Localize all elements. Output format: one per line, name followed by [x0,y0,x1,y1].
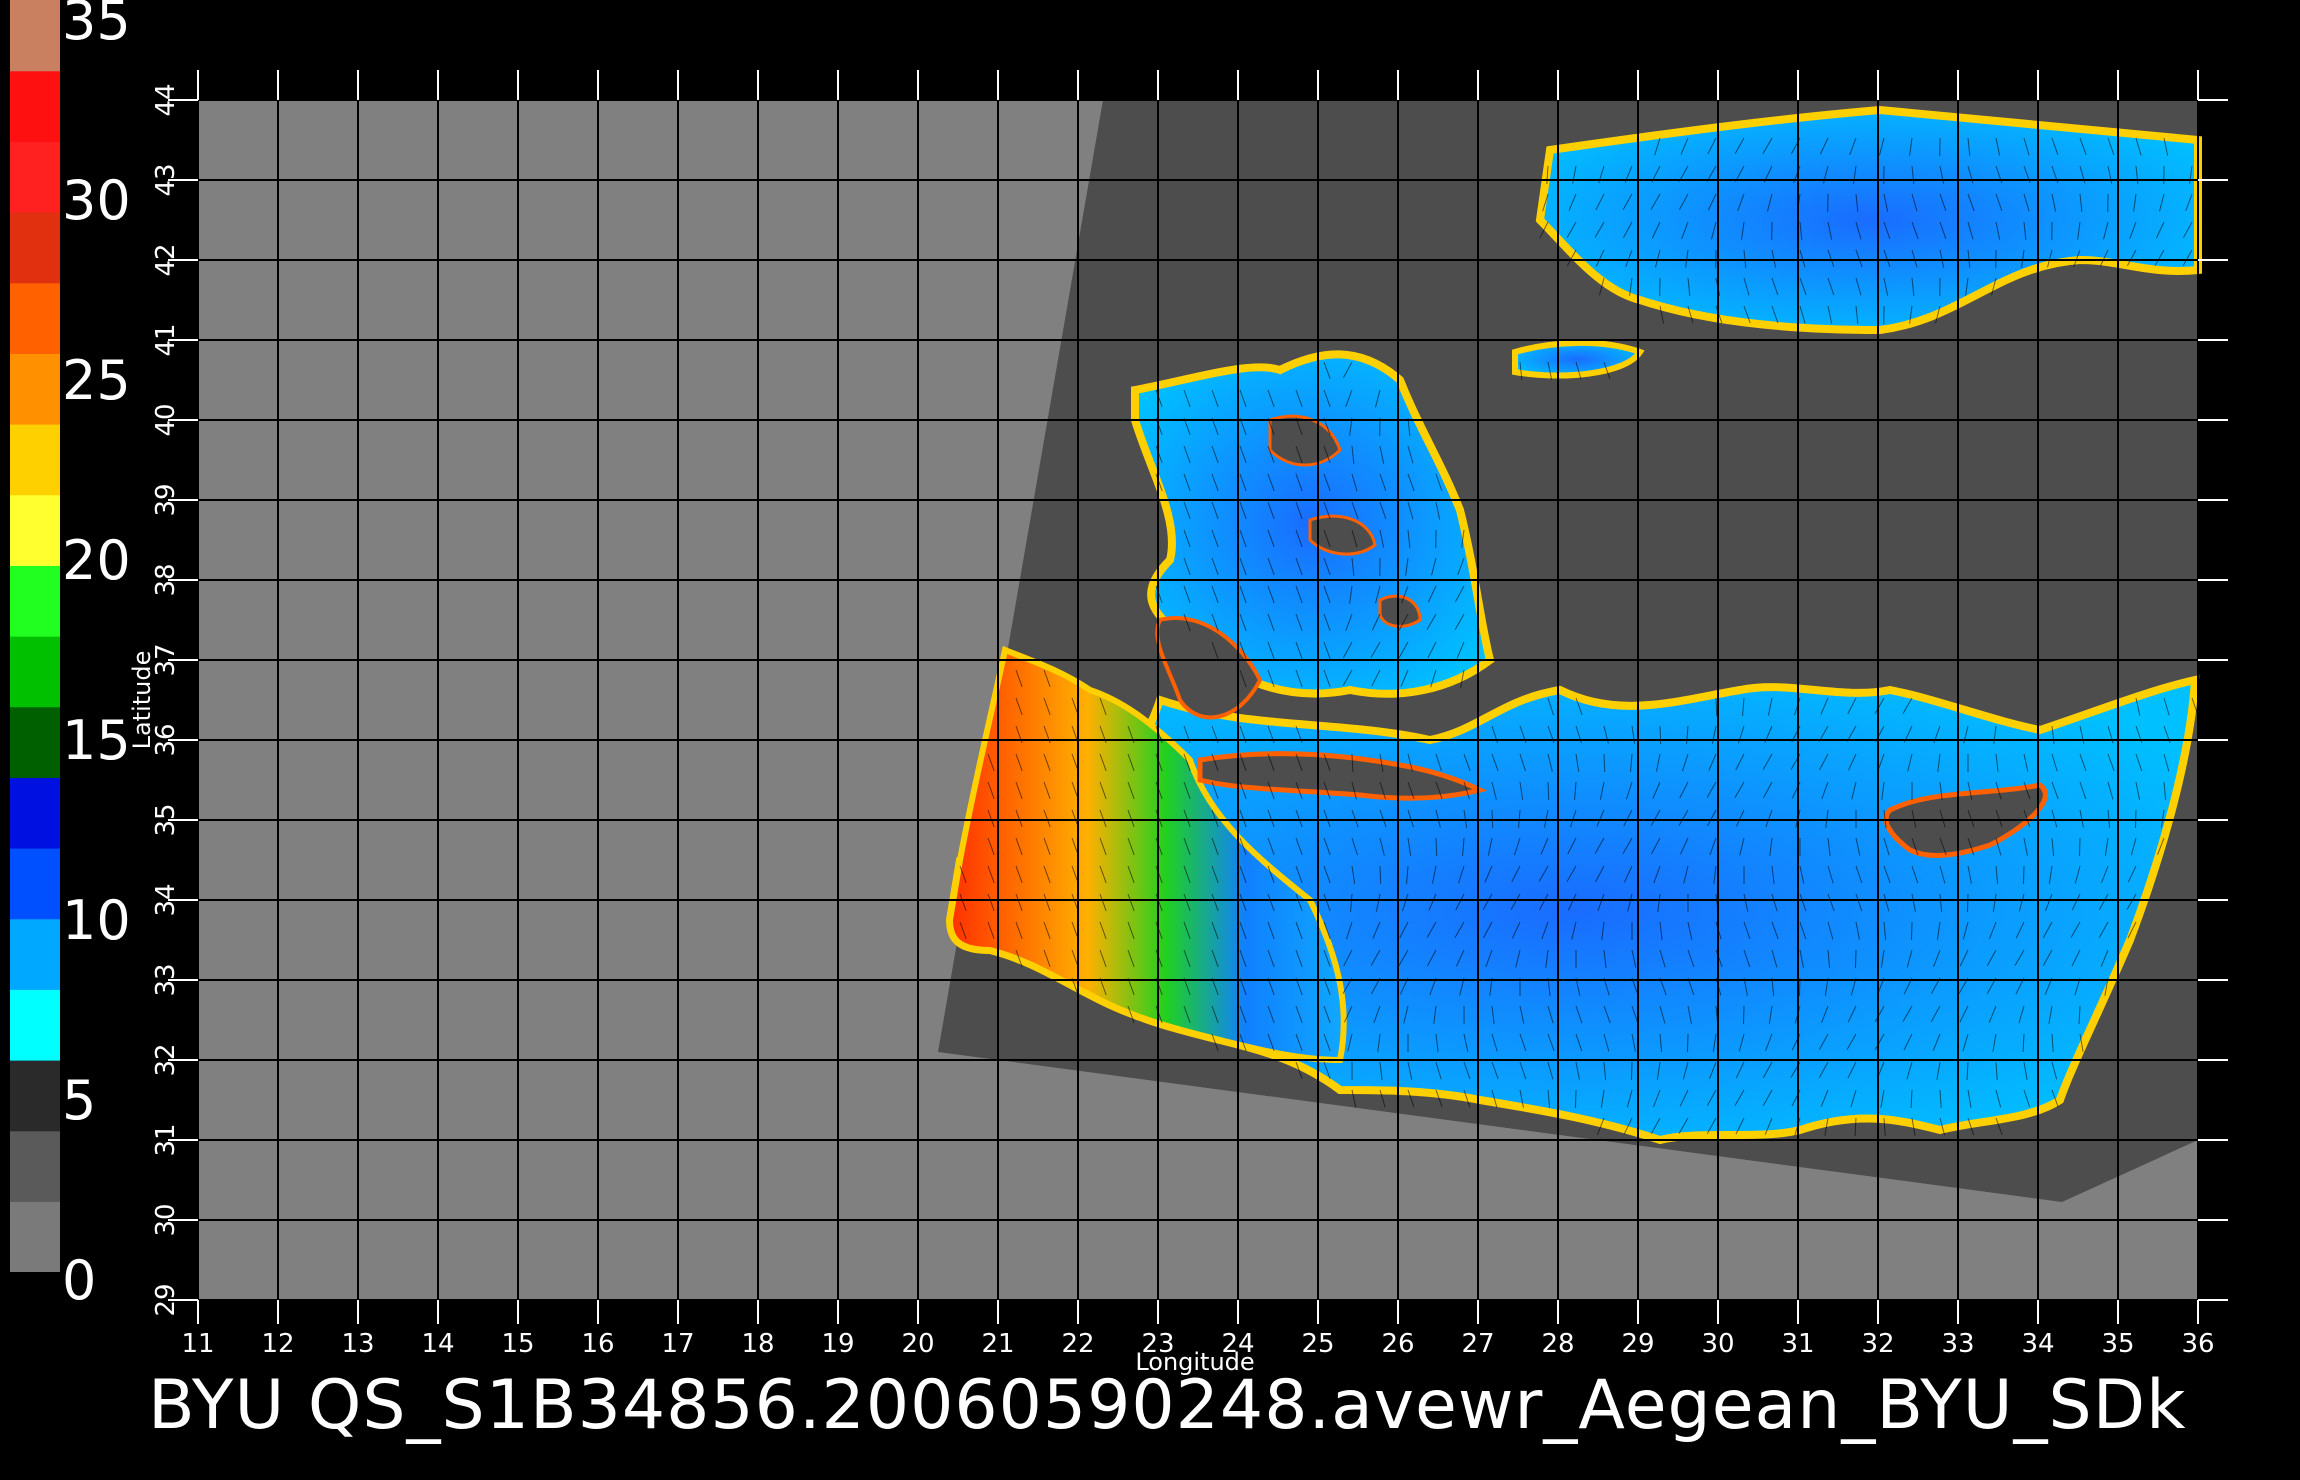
lon-tick-label: 33 [1941,1329,1974,1359]
lon-tick-label: 30 [1701,1329,1734,1359]
lat-tick-label: 42 [151,243,181,276]
lon-tick-label: 15 [501,1329,534,1359]
lon-tick-label: 20 [901,1329,934,1359]
lon-tick-label: 17 [661,1329,694,1359]
lon-tick-label: 25 [1301,1329,1334,1359]
lon-tick-label: 22 [1061,1329,1094,1359]
lat-tick-label: 32 [151,1043,181,1076]
lon-tick-label: 16 [581,1329,614,1359]
lat-tick-label: 35 [151,803,181,836]
lat-tick-label: 43 [151,163,181,196]
lon-tick-label: 19 [821,1329,854,1359]
y-axis-title: Latitude [128,651,156,750]
lat-tick-label: 38 [151,563,181,596]
lon-tick-label: 29 [1621,1329,1654,1359]
lat-tick-label: 41 [151,323,181,356]
lon-tick-label: 34 [2021,1329,2054,1359]
lon-tick-label: 14 [421,1329,454,1359]
lon-tick-label: 32 [1861,1329,1894,1359]
lat-tick-label: 40 [151,403,181,436]
lon-tick-label: 28 [1541,1329,1574,1359]
lon-tick-label: 18 [741,1329,774,1359]
lon-tick-label: 11 [181,1329,214,1359]
lat-tick-label: 33 [151,963,181,996]
footer-caption: BYU QS_S1B34856.20060590248.avewr_Aegean… [148,1366,2187,1445]
lat-tick-label: 34 [151,883,181,916]
lon-tick-label: 36 [2181,1329,2214,1359]
wind-speed-map: 11 12 13 14 15 16 17 18 19 20 21 22 23 24 25 26 27 28 29 30… [128,70,2228,1376]
lon-tick-label: 35 [2101,1329,2134,1359]
lat-tick-label: 31 [151,1123,181,1156]
lat-tick-label: 29 [151,1283,181,1316]
lon-tick-label: 21 [981,1329,1014,1359]
lat-tick-label: 30 [151,1203,181,1236]
lat-tick-label: 44 [151,83,181,116]
lon-tick-label: 12 [261,1329,294,1359]
lon-tick-label: 31 [1781,1329,1814,1359]
lon-tick-label: 26 [1381,1329,1414,1359]
lon-tick-label: 27 [1461,1329,1494,1359]
lat-tick-label: 39 [151,483,181,516]
lon-tick-label: 13 [341,1329,374,1359]
